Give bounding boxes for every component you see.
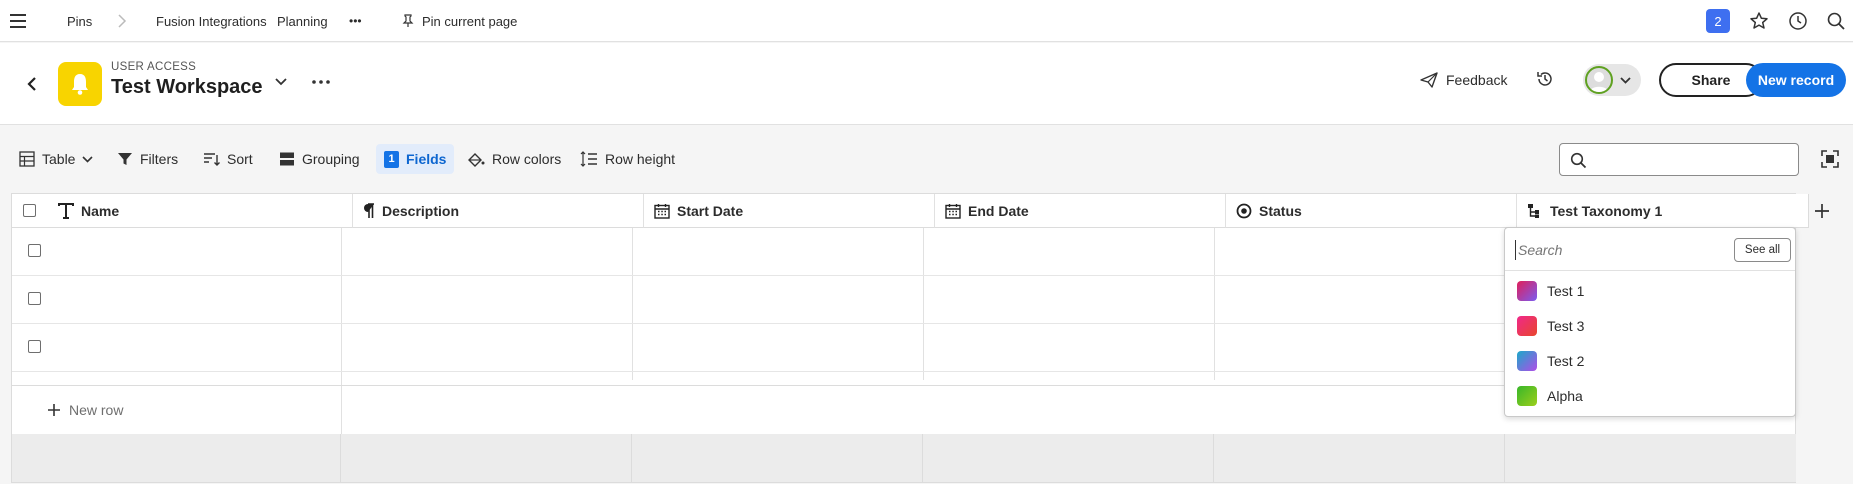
calendar-icon — [654, 203, 670, 219]
workspace-more-icon[interactable] — [308, 71, 334, 93]
sort-button[interactable]: Sort — [203, 146, 253, 172]
taxonomy-option[interactable]: Test 2 — [1517, 347, 1785, 375]
fields-label: Fields — [406, 151, 447, 167]
column-end-date-label: End Date — [968, 202, 1029, 219]
row-height-button[interactable]: Row height — [580, 146, 675, 172]
chevron-down-icon — [82, 155, 94, 163]
workspace-title: Test Workspace — [111, 76, 263, 98]
workspace-kicker: USER ACCESS — [111, 61, 197, 73]
view-table-dropdown[interactable]: Table — [19, 146, 94, 172]
new-record-button[interactable]: New record — [1746, 63, 1846, 97]
row-checkbox[interactable] — [28, 244, 41, 257]
table-search-input[interactable] — [1559, 143, 1799, 176]
column-header-description[interactable]: Description — [353, 194, 644, 228]
grouping-label: Grouping — [302, 151, 360, 167]
workspace-chevron-down-icon[interactable] — [270, 71, 292, 93]
fields-button[interactable]: 1 Fields — [376, 144, 455, 174]
row-checkbox[interactable] — [28, 340, 41, 353]
column-header-status[interactable]: Status — [1226, 194, 1517, 228]
notification-badge[interactable]: 2 — [1706, 9, 1730, 33]
taxonomy-dropdown: See all Test 1 Test 3 Test 2 Alpha — [1504, 227, 1796, 417]
workspace-bell-icon — [58, 62, 102, 106]
workspace-header: USER ACCESS Test Workspace Feedback Shar… — [0, 43, 1853, 125]
grouping-button[interactable]: Grouping — [279, 146, 360, 172]
hamburger-menu-icon[interactable] — [5, 0, 33, 42]
paragraph-icon — [364, 202, 374, 218]
column-header-start-date[interactable]: Start Date — [644, 194, 935, 228]
option-label: Test 3 — [1547, 318, 1585, 334]
column-header-test-taxonomy-1[interactable]: Test Taxonomy 1 — [1517, 194, 1809, 228]
column-start-date-label: Start Date — [677, 202, 744, 219]
row-height-label: Row height — [605, 151, 676, 167]
table-footer-band — [12, 434, 1796, 482]
filters-button[interactable]: Filters — [117, 146, 178, 172]
feedback-label: Feedback — [1446, 72, 1508, 88]
sort-icon — [204, 153, 220, 166]
text-type-icon — [58, 202, 74, 219]
more-nav-button[interactable]: ••• — [349, 0, 362, 42]
feedback-button[interactable]: Feedback — [1420, 63, 1507, 97]
new-row-label: New row — [69, 402, 124, 418]
fullscreen-icon[interactable] — [1818, 147, 1842, 171]
pin-current-page-button[interactable]: Pin current page — [402, 0, 517, 42]
option-color-swatch — [1517, 281, 1537, 301]
see-all-button[interactable]: See all — [1734, 238, 1791, 262]
taxonomy-option[interactable]: Alpha — [1517, 382, 1785, 410]
fields-count-badge: 1 — [384, 150, 399, 168]
avatar — [1585, 66, 1613, 94]
sort-label: Sort — [227, 151, 253, 167]
paint-bucket-icon — [468, 153, 485, 167]
taxonomy-option[interactable]: Test 3 — [1517, 312, 1785, 340]
avatar-chevron-down-icon — [1616, 71, 1634, 89]
back-arrow-icon[interactable] — [18, 70, 46, 98]
taxonomy-icon — [1528, 203, 1539, 218]
taxonomy-search-input[interactable] — [1515, 240, 1705, 260]
select-all-cell — [12, 194, 48, 228]
breadcrumb-planning[interactable]: Planning — [277, 0, 328, 42]
column-name-label: Name — [81, 202, 120, 219]
pins-link[interactable]: Pins — [67, 0, 92, 42]
row-checkbox[interactable] — [28, 292, 41, 305]
option-label: Test 1 — [1547, 283, 1585, 299]
chevron-right-icon — [108, 0, 136, 42]
column-status-label: Status — [1259, 202, 1302, 219]
option-color-swatch — [1517, 316, 1537, 336]
option-label: Alpha — [1547, 388, 1583, 404]
table-icon — [19, 151, 35, 167]
option-label: Test 2 — [1547, 353, 1585, 369]
pin-current-page-label: Pin current page — [422, 13, 518, 29]
top-navigation-bar: Pins Fusion Integrations Planning ••• Pi… — [0, 0, 1853, 42]
column-header-name[interactable]: Name — [48, 194, 353, 228]
breadcrumb-fusion-integrations[interactable]: Fusion Integrations — [156, 0, 267, 42]
row-colors-label: Row colors — [492, 151, 562, 167]
clock-icon[interactable] — [1784, 0, 1812, 42]
calendar-icon — [945, 203, 961, 219]
history-icon[interactable] — [1530, 64, 1560, 94]
option-color-swatch — [1517, 351, 1537, 371]
row-colors-button[interactable]: Row colors — [467, 146, 561, 172]
taxonomy-option[interactable]: Test 1 — [1517, 277, 1785, 305]
column-header-end-date[interactable]: End Date — [935, 194, 1226, 228]
column-test-taxonomy-label: Test Taxonomy 1 — [1550, 202, 1663, 219]
column-description-label: Description — [382, 202, 460, 219]
pin-icon — [402, 14, 414, 27]
status-icon — [1236, 203, 1252, 218]
paper-plane-icon — [1420, 72, 1438, 88]
row-height-icon — [580, 151, 597, 167]
search-icon — [1570, 152, 1587, 169]
table-label: Table — [42, 151, 76, 167]
add-column-plus-icon[interactable] — [1809, 200, 1835, 222]
filter-icon — [118, 153, 132, 165]
filters-label: Filters — [140, 151, 179, 167]
search-icon[interactable] — [1822, 0, 1850, 42]
option-color-swatch — [1517, 386, 1537, 406]
new-row-button[interactable]: New row — [47, 402, 123, 418]
select-all-checkbox[interactable] — [23, 204, 36, 217]
grouping-icon — [280, 152, 294, 166]
star-icon[interactable] — [1745, 0, 1773, 42]
plus-icon — [48, 404, 60, 416]
